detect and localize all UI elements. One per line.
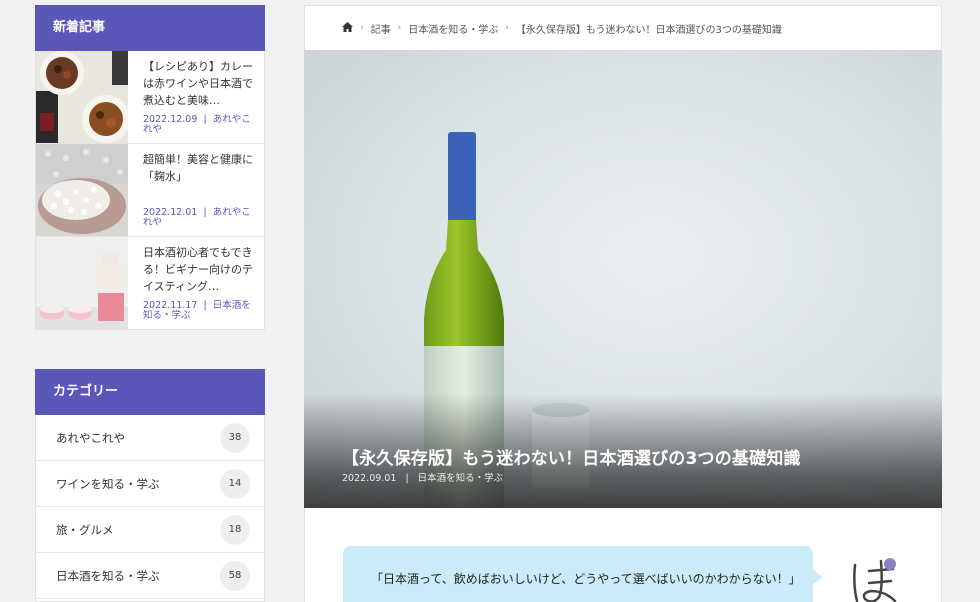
- category-item[interactable]: あれやこれや 38: [36, 415, 264, 461]
- breadcrumb-link-category[interactable]: 日本酒を知る・学ぶ: [408, 21, 498, 36]
- category-count-badge: 58: [220, 560, 250, 591]
- breadcrumb: › 記事 › 日本酒を知る・学ぶ › 【永久保存版】もう迷わない！日本酒選びの3…: [305, 6, 941, 50]
- category-item[interactable]: ワインを知る・学ぶ 14: [36, 461, 264, 507]
- breadcrumb-separator: ›: [397, 23, 402, 33]
- breadcrumb-link-articles[interactable]: 記事: [371, 21, 391, 36]
- speaker-avatar-icon: [845, 551, 905, 602]
- speech-balloon: 「日本酒って、飲めばおいしいけど、どうやって選べばいいのかわからない！」: [343, 546, 823, 602]
- category-count-badge: 14: [220, 468, 250, 499]
- breadcrumb-separator: ›: [360, 23, 364, 33]
- category-count-badge: 38: [220, 422, 250, 453]
- hero-category-link[interactable]: 日本酒を知る・学ぶ: [418, 473, 504, 484]
- categories-heading: カテゴリー: [35, 369, 265, 415]
- breadcrumb-current: 【永久保存版】もう迷わない！日本酒選びの3つの基礎知識: [515, 24, 782, 36]
- recent-post-item[interactable]: 【レシピあり】カレーは赤ワインや日本酒で煮込むと美味… 2022.12.09 |…: [36, 51, 264, 144]
- recent-post-item[interactable]: 日本酒初心者でもできる！ビギナー向けのテイスティング… 2022.11.17 |…: [36, 237, 264, 330]
- home-icon[interactable]: [342, 21, 353, 35]
- category-item[interactable]: 日本酒を知る・学ぶ 58: [36, 553, 264, 599]
- post-thumbnail-sake-set[interactable]: [36, 237, 128, 329]
- recent-post-title[interactable]: 日本酒初心者でもできる！ビギナー向けのテイスティング…: [143, 244, 254, 295]
- post-thumbnail-curry[interactable]: [36, 51, 128, 143]
- recent-post-title[interactable]: 【レシピあり】カレーは赤ワインや日本酒で煮込むと美味…: [143, 58, 254, 109]
- recent-posts-heading: 新着記事: [35, 5, 265, 51]
- hero-image: 【永久保存版】もう迷わない！日本酒選びの3つの基礎知識 2022.09.01 |…: [304, 50, 942, 508]
- hero-meta: 2022.09.01 | 日本酒を知る・学ぶ: [342, 473, 504, 484]
- recent-post-meta: 2022.12.09 | あれやこれや: [143, 114, 251, 135]
- category-label[interactable]: 旅・グルメ: [56, 522, 114, 538]
- category-label[interactable]: ワインを知る・学ぶ: [56, 476, 160, 492]
- category-count-badge: 18: [220, 514, 250, 545]
- recent-post-meta: 2022.12.01 | あれやこれや: [143, 207, 251, 228]
- category-label[interactable]: 日本酒を知る・学ぶ: [56, 568, 160, 584]
- recent-posts-widget: 新着記事 【レシピあり】カレーは赤ワインや日本酒で煮込むと美味… 2022.12…: [35, 5, 265, 330]
- speech-balloon-text: 「日本酒って、飲めばおいしいけど、どうやって選べばいいのかわからない！」: [371, 572, 801, 586]
- hero-date: 2022.09.01: [342, 473, 397, 484]
- post-thumbnail-koji[interactable]: [36, 144, 128, 236]
- recent-post-meta: 2022.11.17 | 日本酒を知る・学ぶ: [143, 300, 251, 321]
- recent-post-item[interactable]: 超簡単！美容と健康に「麹水」 2022.12.01 | あれやこれや: [36, 144, 264, 237]
- breadcrumb-separator: ›: [505, 23, 509, 33]
- category-item[interactable]: 旅・グルメ 18: [36, 507, 264, 553]
- hero-title: 【永久保存版】もう迷わない！日本酒選びの3つの基礎知識: [342, 449, 801, 469]
- categories-widget: カテゴリー あれやこれや 38 ワインを知る・学ぶ 14 旅・グルメ 18 日本…: [35, 369, 265, 602]
- category-label[interactable]: あれやこれや: [56, 430, 125, 446]
- recent-post-title[interactable]: 超簡単！美容と健康に「麹水」: [143, 151, 254, 202]
- article-main: › 記事 › 日本酒を知る・学ぶ › 【永久保存版】もう迷わない！日本酒選びの3…: [304, 5, 942, 602]
